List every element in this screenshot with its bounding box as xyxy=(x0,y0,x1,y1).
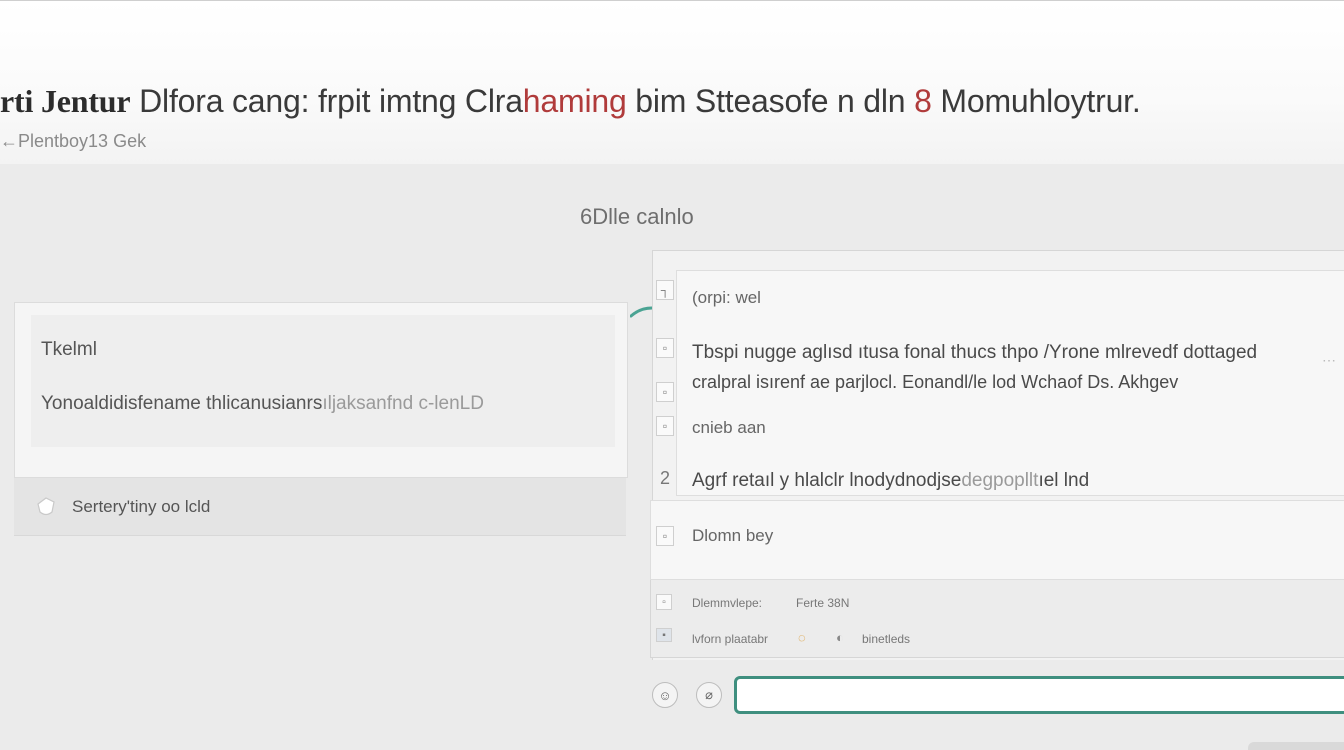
message-line-4: Agrf retaıl y hlalclr lnodydnodjsedegpop… xyxy=(692,470,1089,492)
left-card-text-tail: c-lenLD xyxy=(418,393,484,414)
title-rest: bim Stteasofe n dln xyxy=(635,83,906,119)
left-card-text-main: Yonoaldidisfename thlicanusianrs xyxy=(41,393,323,414)
warning-icon: ◌ xyxy=(798,630,806,645)
page-header: rti Jentur Dlfora cang: frpit imtng Clra… xyxy=(0,0,1344,164)
left-action-label: Sertery'tiny oo lcld xyxy=(72,496,211,516)
scrollbar[interactable] xyxy=(1248,742,1344,750)
emoji-icon: ☺ xyxy=(658,687,672,703)
meta1-label: Dlemmvlepe: xyxy=(692,596,763,610)
title-accent: haming xyxy=(522,83,627,119)
left-card-text: Yonoaldidisfename thlicanusianrsıljaksan… xyxy=(41,393,484,415)
title-tail: Momuhloytrur. xyxy=(940,83,1141,119)
meta2-label: lvforn plaatabr xyxy=(692,632,769,646)
message-line-4-main: Agrf retaıl y hlalclr lnodydnodjse xyxy=(692,470,962,491)
left-action-row[interactable]: Sertery'tiny oo lcld xyxy=(14,478,626,536)
emoji-button[interactable]: ☺ xyxy=(652,682,678,708)
message-line-4-muted: degpopllt xyxy=(961,470,1039,491)
domain-label: Dlomn bey xyxy=(692,526,774,545)
message-line-2: cralpral isırenf ae parjlocl. Eonandl/le… xyxy=(692,372,1179,392)
message-line-4-tail: ıel lnd xyxy=(1038,470,1090,491)
row-marker-icon: ▫ xyxy=(656,416,674,436)
main-area: 6Dlle calnlo Tkelml Yonoaldidisfename th… xyxy=(0,164,1344,750)
title-main: Dlfora cang: frpit imtng Clra xyxy=(139,83,523,119)
page-subtitle: ←Plentboy13 Gek xyxy=(0,131,147,151)
message-line-3: cnieb aan xyxy=(692,418,766,437)
connector-arrow-icon xyxy=(630,306,654,318)
left-card-text-muted: ıljaksanfnd xyxy=(322,393,414,414)
message-line-1: Tbspi nugge aglısd ıtusa fonal thucs thp… xyxy=(692,342,1258,363)
row-marker-icon: ┐ xyxy=(656,280,674,300)
title-brand: rti Jentur xyxy=(0,83,131,119)
left-card-label: Tkelml xyxy=(41,339,97,360)
page-title: rti Jentur Dlfora cang: frpit imtng Clra… xyxy=(0,81,1344,121)
image-icon: ▪ xyxy=(656,628,672,642)
attach-button[interactable]: ⌀ xyxy=(696,682,722,708)
info-icon: ▫ xyxy=(656,594,672,610)
meta2-value: binetleds xyxy=(862,632,911,646)
row-marker-icon: ▫ xyxy=(656,382,674,402)
section-title: 6Dlle calnlo xyxy=(580,204,694,229)
message-header: (orpi: wel xyxy=(692,288,761,307)
shield-icon xyxy=(32,493,60,521)
meta1-value: Ferte 38N xyxy=(796,596,850,610)
meta-area xyxy=(650,580,1344,658)
row-number: 2 xyxy=(659,467,670,488)
message-input[interactable] xyxy=(734,676,1344,714)
app-window: rti Jentur Dlfora cang: frpit imtng Clra… xyxy=(0,0,1344,750)
row-marker-icon: ▫ xyxy=(656,526,674,546)
drag-handle-icon[interactable]: ⋯ xyxy=(1322,352,1336,369)
attach-icon: ⌀ xyxy=(705,687,713,702)
toggle-icon[interactable]: ◐ xyxy=(836,630,844,645)
left-card-inner xyxy=(31,315,615,447)
title-number: 8 xyxy=(914,83,932,119)
row-marker-icon: ▫ xyxy=(656,338,674,358)
left-card: Tkelml Yonoaldidisfename thlicanusianrsı… xyxy=(14,302,628,478)
